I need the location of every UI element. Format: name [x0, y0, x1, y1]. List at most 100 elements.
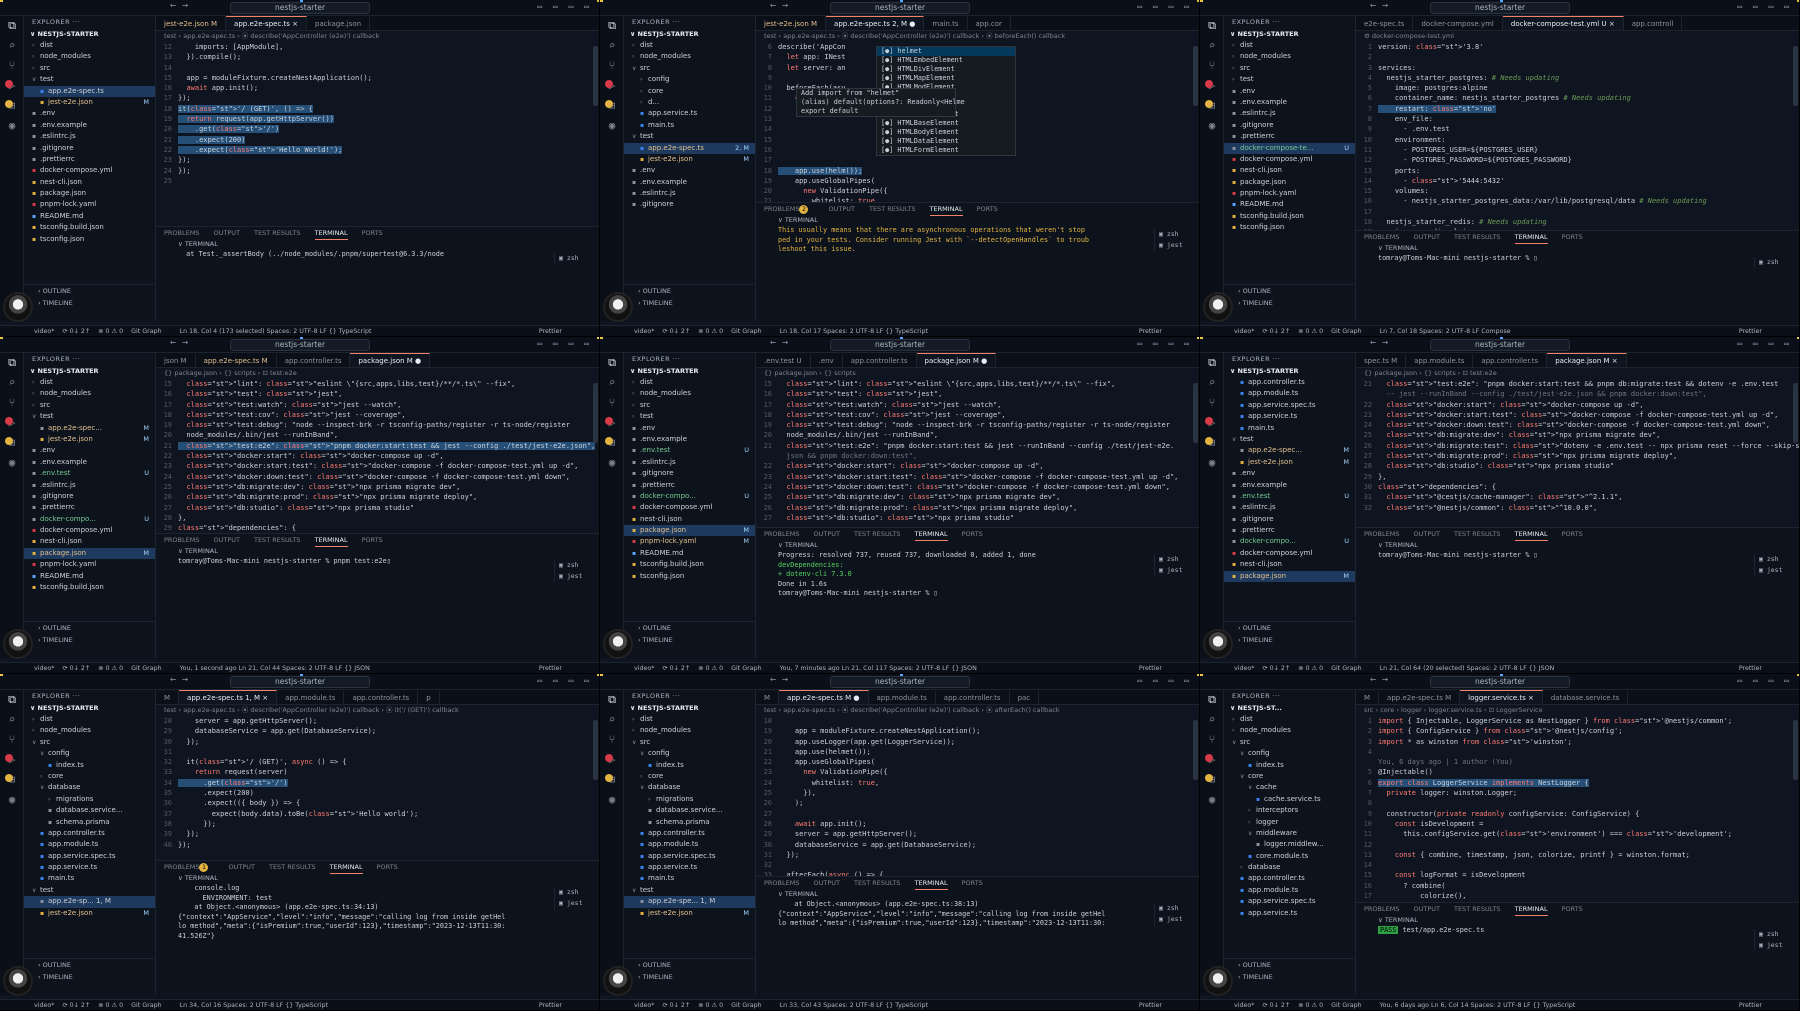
file-item[interactable]: ▪ app.module.ts — [624, 839, 755, 850]
file-item[interactable]: ▪ app.controller.ts — [1224, 873, 1355, 884]
vscode-window[interactable]: ← →nestjs-starter▭ ▭ ▭ ▭⧉⌕⑂▷⊞◉EXPLORER ·… — [600, 674, 1200, 1011]
file-item[interactable]: ▪ tsconfig.build.json — [624, 559, 755, 570]
files-icon[interactable]: ⧉ — [1200, 16, 1224, 36]
code-line[interactable]: 25 }), — [756, 788, 1199, 798]
workspace-root[interactable]: ∨ NESTJS-ST... — [1224, 703, 1355, 714]
code-line[interactable]: 28 server = app.getHttpServer(); — [156, 716, 599, 726]
code-line[interactable]: 3 import * as winston from class="st">'wi… — [1356, 737, 1799, 747]
panel-tab-output[interactable]: OUTPUT — [213, 534, 240, 546]
editor-tab[interactable]: package.json — [307, 17, 371, 30]
terminal-instance[interactable]: ▣ jest — [559, 571, 590, 582]
panel-tab-problems[interactable]: PROBLEMS 1 — [164, 861, 214, 873]
panel-tab-test-results[interactable]: TEST RESULTS — [854, 877, 901, 889]
editor-scrollbar[interactable] — [1793, 46, 1798, 106]
code-line[interactable]: 5 image: postgres:alpine — [1356, 83, 1799, 93]
folder-item[interactable]: › src — [624, 400, 755, 411]
code-line[interactable]: json && pnpm docker:down:test", — [756, 451, 1199, 461]
folder-item[interactable]: › d... — [624, 97, 755, 108]
code-line[interactable]: You, 6 days ago | 1 author (You) — [1356, 757, 1799, 767]
vscode-window[interactable]: ← →nestjs-starter▭ ▭ ▭ ▭⧉⌕⑂▷⊞◉EXPLORER ·… — [1200, 674, 1800, 1011]
code-line[interactable]: 27 — [756, 809, 1199, 819]
file-item[interactable]: ▪ database.service... — [24, 805, 155, 816]
file-item[interactable]: ▪ database.service... — [624, 805, 755, 816]
code-line[interactable]: 21 .expect(200) — [156, 135, 599, 145]
folder-item[interactable]: › node_modules — [1224, 725, 1355, 736]
code-line[interactable]: 26 class="st">"db:migrate:test": class="… — [1356, 441, 1799, 451]
search-icon[interactable]: ⌕ — [1200, 373, 1224, 393]
file-item[interactable]: ▪ main.ts — [24, 873, 155, 884]
code-line[interactable]: 22 .expect(class="st">'Hello World!'); — [156, 145, 599, 155]
code-line[interactable]: 24 whitelist: true, — [756, 778, 1199, 788]
command-center-search[interactable]: nestjs-starter — [830, 339, 970, 351]
branch-indicator[interactable]: video* — [34, 328, 54, 335]
editor-scrollbar[interactable] — [1793, 383, 1798, 443]
file-item[interactable]: ▪ README.md — [24, 571, 155, 582]
code-line[interactable]: 15 volumes: — [1356, 186, 1799, 196]
file-item[interactable]: ▪ main.ts — [1224, 423, 1355, 434]
file-item[interactable]: ▪ package.json — [1224, 177, 1355, 188]
timeline-section[interactable]: › TIMELINE — [638, 634, 756, 646]
folder-item[interactable]: › node_modules — [24, 725, 155, 736]
editor-tab[interactable]: app.e2e-spec.ts 1, M × — [179, 690, 278, 704]
prettier-status[interactable]: Prettier — [1139, 326, 1162, 336]
code-line[interactable]: 21 class="st">"test:e2e": class="st">"pn… — [156, 441, 599, 451]
code-line[interactable]: 31 }); — [756, 850, 1199, 860]
file-item[interactable]: ▪ .env — [24, 108, 155, 119]
code-line[interactable]: 17 — [756, 155, 1199, 165]
code-line[interactable]: 16 await app.init(); — [156, 83, 599, 93]
file-item[interactable]: ▪ package.json M — [24, 547, 155, 560]
file-item[interactable]: ▪ pnpm-lock.yaml M — [624, 536, 755, 547]
cursor-status[interactable]: Ln 18, Col 17 Spaces: 2 UTF-8 LF {} Type… — [780, 328, 928, 335]
sync-status[interactable]: ⟳ 0↓ 2↑ — [62, 1002, 90, 1009]
outline-section[interactable]: › OUTLINE — [38, 959, 156, 971]
folder-item[interactable]: › dist — [1224, 714, 1355, 725]
terminal-instance[interactable]: ▣ zsh — [1759, 257, 1790, 268]
git-graph-status[interactable]: Git Graph — [1331, 665, 1361, 672]
folder-item[interactable]: › config — [624, 74, 755, 85]
panel-tab-ports[interactable]: PORTS — [962, 528, 983, 540]
command-center-search[interactable]: nestjs-starter — [830, 676, 970, 688]
nav-arrows[interactable]: ← → — [770, 337, 788, 349]
editor-tab[interactable]: M — [756, 691, 780, 704]
file-item[interactable]: ▪ .eslintrc.js — [24, 131, 155, 142]
terminal-instance[interactable]: ▣ zsh — [1759, 929, 1790, 940]
code-line[interactable]: 30 }); — [156, 737, 599, 747]
cursor-status[interactable]: You, 6 days ago Ln 6, Col 14 Spaces: 2 U… — [1380, 1002, 1576, 1009]
code-line[interactable]: 19 return request(app.getHttpServer()) — [156, 114, 599, 124]
branch-indicator[interactable]: video* — [1234, 1002, 1254, 1009]
code-line[interactable]: 15 class="st">"lint": class="st">"eslint… — [756, 379, 1199, 389]
folder-item[interactable]: › dist — [24, 40, 155, 51]
workspace-root[interactable]: ∨ NESTJS-STARTER — [624, 703, 755, 714]
file-item[interactable]: ▪ docker-compose.yml — [24, 525, 155, 536]
error-count[interactable]: ⊗ 0 ⚠ 0 — [98, 1002, 123, 1009]
breadcrumb[interactable]: src › core › logger › logger.service.ts … — [1356, 705, 1799, 716]
terminal-output[interactable]: console.log ENVIRONMENT: test at Object.… — [156, 884, 599, 941]
code-line[interactable]: 31 class="st">"@cestjs/cache-manager": c… — [1356, 492, 1799, 502]
terminal-output[interactable]: PASS test/app.e2e-spec.ts — [1356, 926, 1799, 936]
file-item[interactable]: ▪ schema.prisma — [624, 817, 755, 828]
file-item[interactable]: ▪ .env.test U — [24, 468, 155, 479]
file-item[interactable]: ▪ docker-compo... U — [1224, 536, 1355, 547]
terminal-output[interactable]: tomray@Toms-Mac-mini nestjs-starter % pn… — [156, 557, 599, 567]
error-count[interactable]: ⊗ 0 ⚠ 0 — [1298, 328, 1323, 335]
code-line[interactable]: 27 class="st">"db:studio": class="st">"n… — [756, 513, 1199, 523]
timeline-section[interactable]: › TIMELINE — [638, 297, 756, 309]
code-line[interactable]: 17 — [1356, 207, 1799, 217]
panel-tab-terminal[interactable]: TERMINAL — [314, 227, 348, 240]
file-item[interactable]: ▪ .gitignore — [624, 468, 755, 479]
editor-tab[interactable]: package.json M ● — [350, 353, 431, 367]
code-line[interactable]: 17 class="st">"test:watch": class="st">"… — [156, 400, 599, 410]
branch-indicator[interactable]: video* — [34, 665, 54, 672]
file-item[interactable]: ▪ README.md — [624, 548, 755, 559]
prettier-status[interactable]: Prettier — [1139, 1000, 1162, 1010]
folder-item[interactable]: › database — [1224, 862, 1355, 873]
code-line[interactable]: 22 class="st">"docker:start": class="st"… — [156, 451, 599, 461]
code-line[interactable]: 20 node_modules/.bin/jest --runInBand", — [756, 430, 1199, 440]
terminal-instance[interactable]: ▣ zsh — [1159, 903, 1190, 914]
cursor-status[interactable]: Ln 7, Col 18 Spaces: 2 UTF-8 LF Compose — [1380, 328, 1511, 335]
folder-item[interactable]: › node_modules — [24, 51, 155, 62]
file-item[interactable]: ▪ app.service.ts — [624, 862, 755, 873]
code-line[interactable]: 22 class="st">"docker:start": class="st"… — [756, 461, 1199, 471]
terminal-output[interactable]: tomray@Toms-Mac-mini nestjs-starter % ▯ — [1356, 551, 1799, 561]
prettier-status[interactable]: Prettier — [539, 663, 562, 673]
